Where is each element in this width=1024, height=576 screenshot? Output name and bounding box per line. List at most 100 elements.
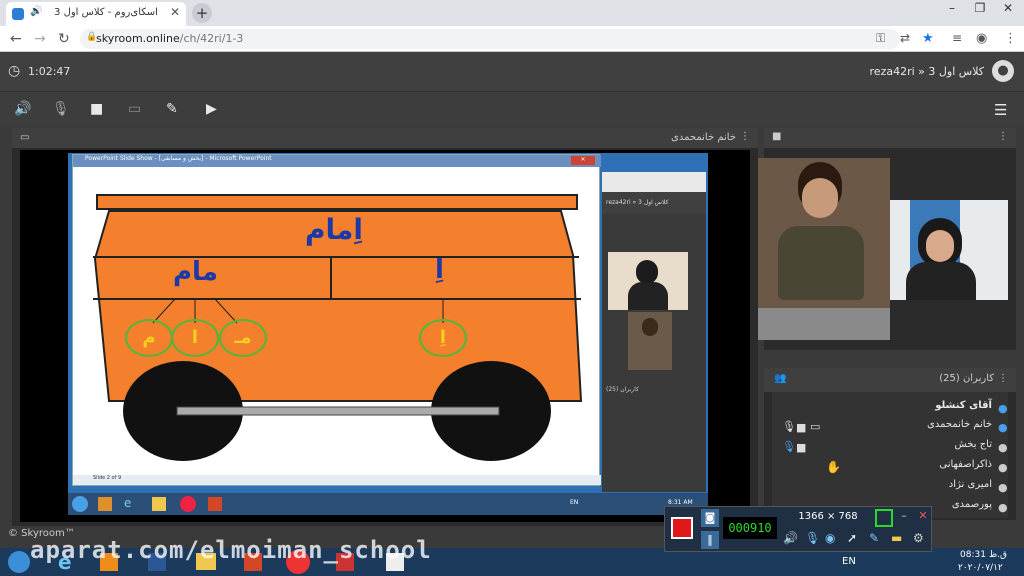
user-mic-icon[interactable]: 🎙 <box>782 420 796 433</box>
mic-muted-icon[interactable]: 🎙 <box>52 101 70 117</box>
user-camera-icon[interactable]: ■ <box>796 441 806 454</box>
forward-icon[interactable]: → <box>34 31 46 47</box>
menu-dots-icon[interactable]: ⋮ <box>1004 31 1017 46</box>
room-header: ◷ 1:02:47 reza42ri » کلاس اول 3 ● <box>0 52 1024 92</box>
user-person-icon: ● <box>998 501 1008 514</box>
restore-window-icon[interactable]: ❐ <box>966 0 994 18</box>
recorder-region-icon[interactable] <box>875 509 893 527</box>
url-field[interactable]: 🔒 skyroom.online/ch/42ri/1-3 <box>80 29 900 49</box>
user-row[interactable]: امیری نژاد <box>949 479 992 490</box>
letter-circle-4: اِ <box>419 319 467 357</box>
camera-icon[interactable]: ■ <box>90 101 103 117</box>
screen-share-icon[interactable]: ▭ <box>128 101 141 117</box>
stage-header: ▭ خانم خانمحمدی ⋮ <box>12 128 758 148</box>
key-icon[interactable]: ⚿ <box>876 31 885 46</box>
remote-powerpoint-icon <box>208 497 222 511</box>
user-row[interactable]: ذاکراصفهانی <box>939 459 992 470</box>
teacher-video <box>890 200 1008 300</box>
system-date: ۲۰۲۰/۰۷/۱۲ <box>958 563 1003 573</box>
room-toolbar: 🔊 🎙 ■ ▭ ✎ ▶ ☰ <box>0 92 1024 126</box>
skyroom-favicon-icon <box>12 8 24 20</box>
stage-menu-icon[interactable]: ⋮ <box>740 131 750 142</box>
users-group-icon: 👥 <box>774 373 787 384</box>
record-stop-button[interactable] <box>671 517 693 539</box>
translate-icon[interactable]: ⇄ <box>900 31 910 45</box>
user-row[interactable]: پورصمدی <box>952 499 992 510</box>
minimize-window-icon[interactable]: – <box>938 0 966 18</box>
recorder-counter: 000910 <box>723 517 777 539</box>
speaker-icon[interactable]: 🔊 <box>14 101 31 117</box>
ppt-close-icon[interactable]: ✕ <box>571 156 595 165</box>
user-screen-icon[interactable]: ▭ <box>810 420 820 433</box>
clock-icon: ◷ <box>8 63 21 79</box>
user-mic-active-icon[interactable]: 🎙 <box>782 440 796 453</box>
remote-app-icon <box>98 497 112 511</box>
bookmark-star-icon[interactable]: ★ <box>922 31 934 46</box>
media-control-icon[interactable]: ≡ <box>952 31 962 45</box>
remote-clock: 8:31 AM <box>668 499 693 506</box>
remote-lang: EN <box>570 499 579 506</box>
audio-playing-icon[interactable]: 🔊 <box>30 6 42 17</box>
system-clock: 08:31 ق.ظ <box>960 550 1007 560</box>
whiteboard-brush-icon[interactable]: ✎ <box>166 101 178 117</box>
hamburger-menu-icon[interactable]: ☰ <box>994 101 1007 119</box>
word-mam: مام <box>173 257 218 287</box>
user-row[interactable]: خانم خانمحمدی <box>927 419 992 430</box>
url-path: /ch/42ri/1-3 <box>179 32 244 45</box>
user-avatar-icon[interactable]: ● <box>992 60 1014 82</box>
remote-student-video <box>628 312 672 370</box>
user-presenter-icon: ● <box>998 402 1008 415</box>
raise-hand-icon: ✋ <box>826 460 841 474</box>
user-row[interactable]: آقای کنشلو <box>935 400 992 411</box>
recorder-pause-icon[interactable]: ‖ <box>701 531 719 549</box>
profile-icon[interactable]: ◉ <box>976 31 987 46</box>
screen-share-indicator-icon: ▭ <box>20 132 30 143</box>
recorder-settings-icon[interactable]: ⚙ <box>913 531 924 545</box>
close-tab-icon[interactable]: ✕ <box>170 5 180 19</box>
recorder-cursor-icon[interactable]: ➚ <box>847 531 857 545</box>
media-play-icon[interactable]: ▶ <box>206 101 217 117</box>
start-button-icon[interactable] <box>8 551 30 573</box>
letter-circle-3: مـ <box>219 319 267 357</box>
user-person-icon: ● <box>998 441 1008 454</box>
recorder-folder-icon[interactable]: ▬ <box>891 531 902 545</box>
recorder-speaker-icon[interactable]: 🔊 <box>783 531 798 545</box>
language-indicator[interactable]: EN <box>842 556 856 567</box>
letter-alef-kasra-top: اِ <box>435 255 444 285</box>
tab-title: اسکای‌روم - کلاس اول 3 <box>54 7 158 18</box>
back-icon[interactable]: ← <box>10 31 22 47</box>
remote-teacher-video <box>608 252 688 310</box>
recorder-close-icon[interactable]: ✕ <box>915 509 931 527</box>
remote-room-title: reza42ri » کلاس اول 3 <box>602 192 706 214</box>
recorder-minimize-icon[interactable]: – <box>895 509 913 527</box>
browser-tab[interactable]: 🔊 اسکای‌روم - کلاس اول 3 ✕ <box>6 2 186 26</box>
letter-circle-2: ا <box>171 319 219 357</box>
user-row[interactable]: تاج بخش <box>955 439 992 450</box>
video-menu-icon[interactable]: ⋮ <box>998 131 1008 142</box>
recorder-mic-icon[interactable]: 🎙 <box>805 531 820 545</box>
ppt-status: Slide 2 of 9 <box>73 475 601 485</box>
users-panel: 👥 کاربران (25) ⋮ آقای کنشلو خانم خانمحمد… <box>764 368 1016 520</box>
presenter-name: خانم خانمحمدی <box>671 132 736 143</box>
video-camera-icon: ■ <box>772 131 782 142</box>
recorder-pen-icon[interactable]: ✎ <box>869 531 879 545</box>
close-window-icon[interactable]: ✕ <box>994 0 1022 18</box>
new-tab-button[interactable]: + <box>192 3 212 23</box>
recorder-camera-icon[interactable]: ◙ <box>701 509 719 527</box>
letter-circle-1: م <box>125 319 173 357</box>
users-menu-icon[interactable]: ⋮ <box>998 373 1008 384</box>
remote-chrome-icon <box>180 496 196 512</box>
ppt-titlebar: PowerPoint Slide Show - [یخش و مسابقی] -… <box>73 155 601 167</box>
address-bar: ← → ↻ 🔒 skyroom.online/ch/42ri/1-3 ⚿ ⇄ ★… <box>0 26 1024 52</box>
user-presenter-icon: ● <box>998 421 1008 434</box>
remote-browser-chrome <box>602 172 706 192</box>
url-host: skyroom.online <box>96 32 180 45</box>
user-person-icon: ● <box>998 461 1008 474</box>
remote-ie-icon: e <box>124 496 132 510</box>
user-camera-icon[interactable]: ■ <box>796 421 806 434</box>
user-person-icon: ● <box>998 481 1008 494</box>
browser-tab-bar: 🔊 اسکای‌روم - کلاس اول 3 ✕ + – ❐ ✕ <box>0 0 1024 26</box>
remote-taskbar: e EN 8:31 AM <box>68 493 708 515</box>
recorder-webcam-icon[interactable]: ◉ <box>825 531 835 545</box>
reload-icon[interactable]: ↻ <box>58 31 70 47</box>
